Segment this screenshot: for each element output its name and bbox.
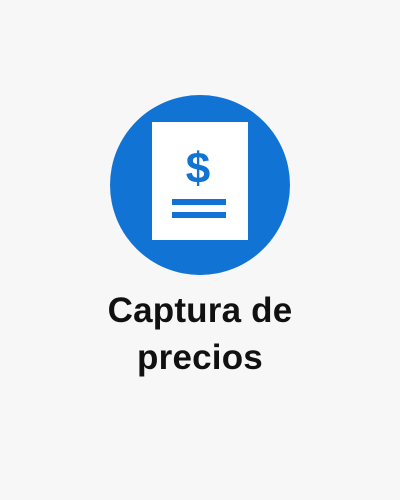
tile-title-line-2: precios (137, 338, 263, 377)
price-document-icon: $ (152, 122, 248, 240)
price-capture-icon-badge: $ (110, 95, 290, 275)
tile-title: Captura de precios (20, 287, 380, 381)
tile-title-line-1: Captura de (107, 291, 293, 330)
dollar-sign-icon: $ (186, 144, 210, 193)
document-line (172, 199, 226, 205)
price-capture-tile[interactable]: $ Captura de precios (0, 0, 400, 500)
document-line (172, 212, 226, 218)
